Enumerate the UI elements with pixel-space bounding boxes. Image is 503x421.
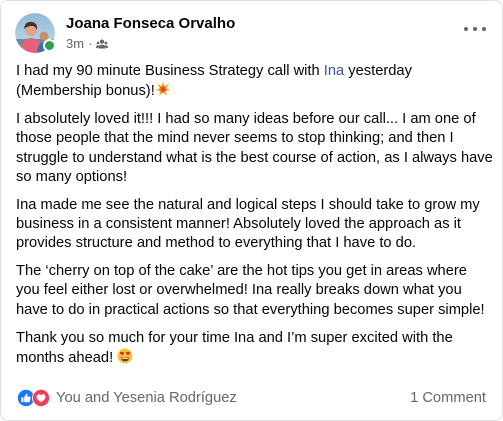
post-card: Joana Fonseca Orvalho 3m · I had my 90 m… xyxy=(0,0,503,421)
heart-eyes-emoji xyxy=(117,348,133,364)
separator: · xyxy=(88,36,93,51)
online-status-dot xyxy=(43,39,56,52)
reactions-summary[interactable]: You and Yesenia Rodríguez xyxy=(17,389,237,407)
comments-count-link[interactable]: 1 Comment xyxy=(410,390,486,406)
post-subline: 3m · xyxy=(66,36,235,52)
reactions-text[interactable]: You and Yesenia Rodríguez xyxy=(56,390,237,406)
post-header: Joana Fonseca Orvalho 3m · xyxy=(15,13,235,53)
more-dot-icon xyxy=(473,27,477,31)
post-meta: Joana Fonseca Orvalho 3m · xyxy=(66,15,235,52)
author-name[interactable]: Joana Fonseca Orvalho xyxy=(66,15,235,33)
group-icon xyxy=(96,39,109,49)
post-footer: You and Yesenia Rodríguez 1 Comment xyxy=(17,387,486,409)
post-paragraph: Thank you so much for your time Ina and … xyxy=(16,329,494,369)
reaction-icons xyxy=(17,389,50,407)
collision-emoji xyxy=(155,81,171,97)
more-options-button[interactable] xyxy=(464,21,486,37)
post-paragraph: The ‘cherry on top of the cake’ are the … xyxy=(16,263,485,318)
post-body: I had my 90 minute Business Strategy cal… xyxy=(16,62,494,377)
mention-link[interactable]: Ina xyxy=(324,63,344,79)
paragraph-text: I had my 90 minute Business Strategy cal… xyxy=(16,63,324,79)
post-paragraph: I absolutely loved it!!! I had so many i… xyxy=(16,111,493,185)
paragraph-text: Thank you so much for your time Ina and … xyxy=(16,329,453,366)
heart-icon xyxy=(32,389,50,407)
more-dot-icon xyxy=(482,27,486,31)
more-dot-icon xyxy=(464,27,468,31)
post-paragraph: I had my 90 minute Business Strategy cal… xyxy=(16,62,494,102)
post-paragraph: Ina made me see the natural and logical … xyxy=(16,196,480,252)
author-avatar-wrapper[interactable] xyxy=(15,13,56,53)
post-time[interactable]: 3m xyxy=(66,36,84,52)
